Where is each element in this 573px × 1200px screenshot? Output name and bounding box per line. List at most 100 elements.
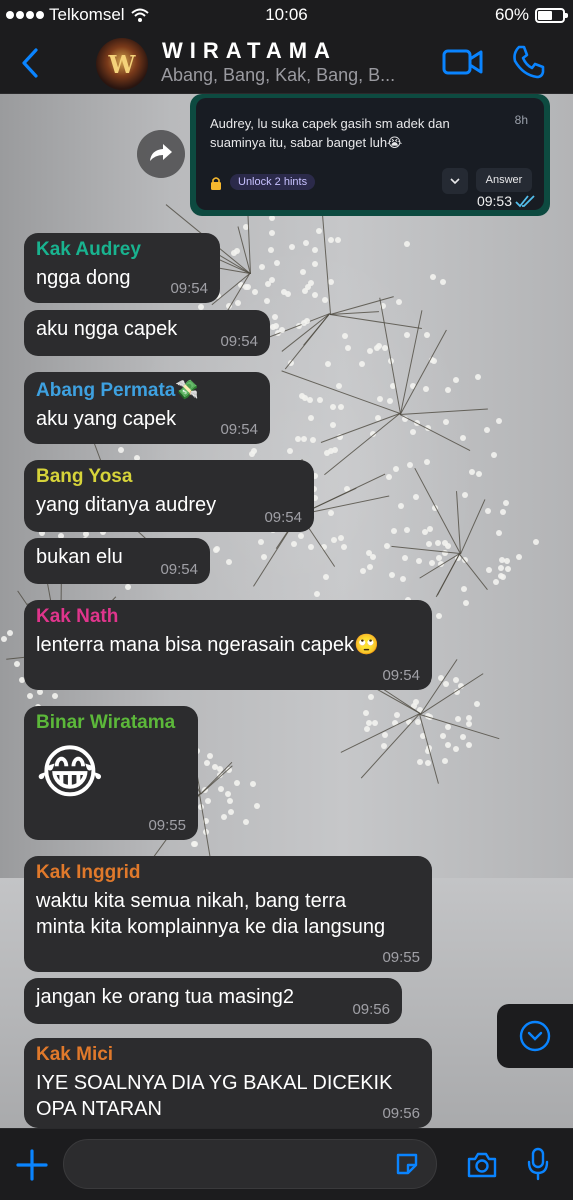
sender-name[interactable]: Kak Nath [36,606,420,628]
flower-dot [1,635,8,642]
flower-dot [371,719,378,726]
chevron-down-circle-icon [519,1020,551,1052]
expand-button[interactable] [442,168,468,194]
flower-dot [307,396,314,403]
flower-dot [367,693,374,700]
sender-name[interactable]: Kak Inggrid [36,862,420,884]
message-time: 09:56 [382,1105,420,1122]
flower-dot [491,452,498,459]
flower-dot [436,613,443,620]
flower-dot [307,543,314,550]
flower-dot [207,753,214,760]
chat-participants[interactable]: Abang, Bang, Kak, Bang, B... [161,65,416,86]
message-bubble[interactable]: aku ngga capek 09:54 [24,310,270,356]
sticker-button[interactable] [394,1151,420,1177]
message-time: 09:54 [220,333,258,350]
flower-dot [6,629,13,636]
flower-dot [390,527,397,534]
chat-area[interactable]: Audrey, lu suka capek gasih sm adek dan … [0,94,573,1128]
flower-dot [249,781,256,788]
flower-dot [125,584,132,590]
flower-dot [466,741,473,748]
message-text: waktu kita semua nikah, bang terra minta… [36,890,386,938]
outgoing-message[interactable]: Audrey, lu suka capek gasih sm adek dan … [190,94,550,216]
flower-dot [224,790,231,797]
flower-dot [495,529,502,536]
forward-button[interactable] [137,130,185,178]
flower-dot [444,386,451,393]
attach-button[interactable] [14,1147,50,1183]
message-bubble[interactable]: Kak Inggrid waktu kita semua nikah, bang… [24,856,432,972]
flower-dot [329,421,336,428]
input-bar [0,1128,573,1200]
flower-dot [268,247,275,254]
flower-dot [337,535,344,542]
scroll-to-bottom-button[interactable] [497,1004,573,1068]
camera-button[interactable] [466,1151,498,1179]
flower-dot [363,710,370,717]
message-bubble[interactable]: Kak Audrey ngga dong 09:54 [24,233,220,303]
battery-percent: 60% [494,5,529,24]
flower-dot [398,502,405,509]
message-bubble[interactable]: jangan ke orang tua masing2 09:56 [24,978,402,1024]
flower-dot [295,436,302,443]
flower-dot [385,474,392,481]
sender-name[interactable]: Bang Yosa [36,466,302,488]
flower-dot [300,319,307,326]
flower-dot [342,333,348,340]
flower-stem [329,314,423,330]
flower-dot [466,720,473,727]
flower-dot [260,553,267,560]
unlock-hints-button[interactable]: Unlock 2 hints [230,174,316,190]
flower-dot [331,536,338,543]
sender-name[interactable]: Kak Mici [36,1044,420,1066]
microphone-button[interactable] [526,1147,550,1181]
flower-dot [389,572,396,579]
flower-dot [204,760,211,767]
flower-dot [338,404,345,411]
flower-dot [442,681,449,688]
flower-dot [442,757,449,764]
flower-dot [268,215,275,222]
message-bubble[interactable]: Abang Permata💸 aku yang capek 09:54 [24,372,270,444]
sender-name[interactable]: Abang Permata💸 [36,378,258,402]
back-button[interactable] [16,46,46,80]
flower-dot [495,418,502,425]
sender-name[interactable]: Kak Audrey [36,239,208,261]
flower-dot [329,403,336,410]
flower-dot [269,277,276,284]
flower-dot [298,393,305,400]
flower-dot [394,711,401,718]
message-input[interactable] [63,1139,437,1189]
status-bar: Telkomsel 10:06 60% [0,0,573,32]
flower-dot [375,343,382,350]
flower-dot [359,361,366,368]
message-bubble[interactable]: Kak Nath lenterra mana bisa ngerasain ca… [24,600,432,690]
lock-icon [211,177,221,190]
flower-dot [303,240,310,247]
sender-name[interactable]: Binar Wiratama [36,712,186,734]
flower-dot [14,661,21,668]
answer-button[interactable]: Answer [476,168,532,192]
message-bubble[interactable]: Kak Mici IYE SOALNYA DIA YG BAKAL DICEKI… [24,1038,432,1128]
flower-dot [307,415,314,422]
chat-title[interactable]: WIRATAMA [162,38,337,64]
flower-dot [500,574,507,581]
flower-dot [387,397,394,404]
flower-dot [462,600,469,607]
flower-dot [301,436,308,443]
flower-dot [279,327,286,334]
flower-dot [322,574,329,581]
flower-dot [429,559,436,566]
flower-dot [287,447,294,454]
flower-dot [323,450,330,457]
message-bubble[interactable]: Bang Yosa yang ditanya audrey 09:54 [24,460,314,532]
message-bubble[interactable]: bukan elu 09:54 [24,538,210,584]
flower-stem [400,329,447,415]
flower-dot [497,565,504,572]
message-bubble[interactable]: Binar Wiratama 😂 09:55 [24,706,198,840]
voice-call-button[interactable] [510,44,546,80]
video-call-button[interactable] [442,46,484,78]
flower-dot [252,289,259,296]
group-avatar[interactable]: W [96,38,148,90]
